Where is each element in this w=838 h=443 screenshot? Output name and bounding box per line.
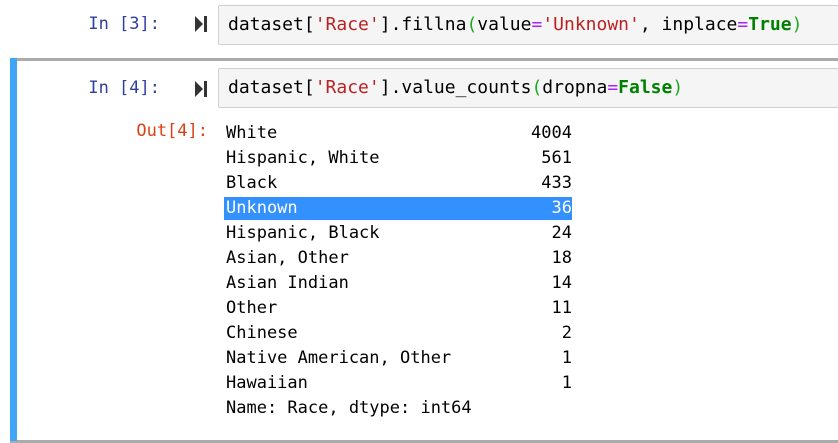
code-token: value <box>477 14 532 35</box>
row-count: 2 <box>561 323 572 343</box>
run-cell-4-icon[interactable] <box>195 81 207 97</box>
code-token: dataset[ <box>228 77 315 98</box>
code-token: 'Race' <box>314 14 380 35</box>
value-count-row: Hawaiian 1 <box>224 371 572 396</box>
value-count-row: Unknown 36 <box>224 197 572 220</box>
row-count: 24 <box>551 223 572 243</box>
cell-4-code-input[interactable]: dataset['Race'].value_counts(dropna=Fals… <box>218 68 838 108</box>
value-count-row: Other 11 <box>224 296 572 321</box>
code-token: True <box>748 14 792 35</box>
row-label: Hispanic, Black <box>226 223 380 243</box>
code-token: ].value_counts <box>379 77 532 98</box>
cell-4-prompt: In [4]: <box>88 78 160 98</box>
row-label: Asian Indian <box>226 273 349 293</box>
value-count-row: Asian, Other 18 <box>224 246 572 271</box>
value-count-row: Asian Indian 14 <box>224 271 572 296</box>
value-count-row: Hispanic, Black 24 <box>224 221 572 246</box>
value-count-row: Black 433 <box>224 171 572 196</box>
cell-3-code-input[interactable]: dataset['Race'].fillna(value='Unknown', … <box>218 5 838 45</box>
code-token: = <box>531 14 543 35</box>
code-token: = <box>737 14 749 35</box>
row-label: Black <box>226 173 278 193</box>
cell-4-output-prompt: Out[4]: <box>136 121 208 141</box>
row-label: Native American, Other <box>226 348 452 368</box>
code-token: 'Race' <box>314 77 380 98</box>
row-label: White <box>226 123 278 143</box>
row-label: Chinese <box>226 323 298 343</box>
cell-3-prompt: In [3]: <box>88 14 160 34</box>
cell-4-output: White 4004 Hispanic, White 561 Black 433 Unkno… <box>224 121 572 421</box>
code-token: ( <box>466 14 478 35</box>
row-count: 36 <box>551 198 572 218</box>
row-label: Asian, Other <box>226 248 349 268</box>
row-count: 4004 <box>531 123 572 143</box>
row-count: 11 <box>551 298 572 318</box>
code-token: dataset[ <box>228 14 315 35</box>
code-token: ) <box>672 77 684 98</box>
code-token: 'Unknown' <box>542 14 640 35</box>
value-count-row: Native American, Other 1 <box>224 346 572 371</box>
code-token: False <box>618 77 673 98</box>
code-token: , inplace <box>639 14 738 35</box>
code-token: = <box>607 77 619 98</box>
selected-cell-indicator <box>10 58 17 441</box>
run-cell-3-icon[interactable] <box>195 16 207 32</box>
code-token: ( <box>531 77 543 98</box>
row-count: 433 <box>541 173 572 193</box>
value-count-row: Hispanic, White 561 <box>224 146 572 171</box>
value-count-row: White 4004 <box>224 121 572 146</box>
row-count: 561 <box>541 148 572 168</box>
row-label: Hispanic, White <box>226 148 380 168</box>
row-label: Unknown <box>226 198 298 218</box>
row-count: 14 <box>551 273 572 293</box>
row-count: 1 <box>561 348 572 368</box>
row-count: 18 <box>551 248 572 268</box>
series-footer: Name: Race, dtype: int64 <box>226 398 472 418</box>
row-count: 1 <box>561 373 572 393</box>
code-token: dropna <box>542 77 608 98</box>
row-label: Other <box>226 298 278 318</box>
code-token: ].fillna <box>379 14 467 35</box>
code-token: ) <box>791 14 803 35</box>
row-label: Hawaiian <box>226 373 308 393</box>
value-count-row: Chinese 2 <box>224 321 572 346</box>
